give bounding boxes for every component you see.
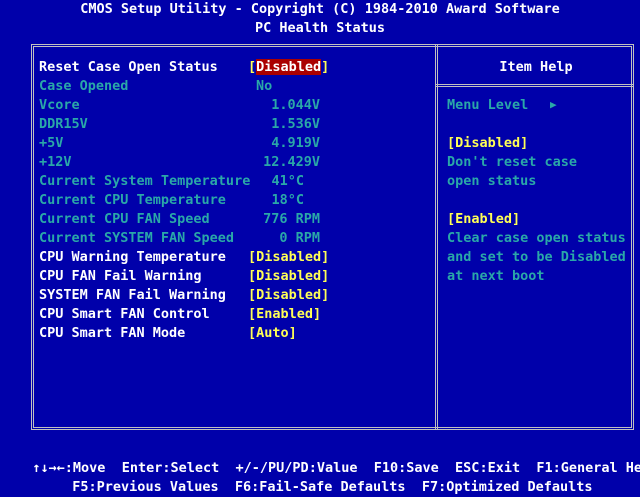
setting-value-cpu-fan-fail-warning[interactable]: [Disabled] [248, 267, 329, 286]
help-option-enabled-text: Clear case open status [447, 230, 626, 246]
help-title-divider [435, 84, 634, 87]
help-option-enabled-title: [Enabled] [447, 211, 521, 227]
setting-value-cpu-temp: 18°C [271, 192, 304, 208]
setting-value-vcore: 1.044V [271, 97, 320, 113]
setting-label-case-opened: Case Opened [39, 78, 129, 94]
setting-value-cpu-fan-speed: 776 RPM [263, 211, 320, 227]
page-title: PC Health Status [254, 20, 386, 36]
setting-value-ddr15v: 1.536V [271, 116, 320, 132]
setting-label-system-fan-speed: Current SYSTEM FAN Speed [39, 230, 235, 246]
setting-value-system-temp: 41°C [271, 173, 304, 189]
footer-keys-line2: F5:Previous Values F6:Fail-Safe Defaults… [72, 479, 593, 495]
help-option-enabled-text: at next boot [447, 268, 545, 284]
setting-label-12v: +12V [39, 154, 72, 170]
setting-value-system-fan-speed: 0 RPM [279, 230, 320, 246]
setting-label-cpu-smart-fan-control[interactable]: CPU Smart FAN Control [39, 305, 210, 324]
help-option-enabled-text: and set to be Disabled [447, 249, 626, 265]
footer-key: F7 [421, 479, 439, 495]
setting-value-text: Enabled [256, 306, 314, 322]
help-option-disabled-text: open status [447, 173, 537, 189]
bios-title: CMOS Setup Utility - Copyright (C) 1984-… [80, 1, 560, 17]
help-option-disabled-text: Don't reset case [447, 154, 578, 170]
setting-value-12v: 12.429V [263, 154, 320, 170]
setting-value-text: Disabled [256, 249, 322, 265]
setting-label-system-temp: Current System Temperature [39, 173, 251, 189]
setting-label-cpu-fan-speed: Current CPU FAN Speed [39, 211, 210, 227]
footer-action: Optimized Defaults [446, 479, 593, 495]
footer-key: F5 [72, 479, 89, 495]
help-option-disabled-title: [Disabled] [447, 135, 529, 151]
help-title: Item Help [499, 59, 573, 75]
menu-level-arrow-icon: ▶ [550, 98, 557, 111]
setting-value-text: Disabled [256, 287, 322, 303]
menu-level-label: Menu Level [447, 97, 529, 113]
footer-action: Fail-Safe Defaults [259, 479, 406, 495]
setting-value-reset-case-open[interactable]: [Disabled] [248, 58, 329, 77]
setting-value-text: Auto [256, 325, 289, 341]
setting-value-5v: 4.919V [271, 135, 320, 151]
setting-value-cpu-smart-fan-mode[interactable]: [Auto] [248, 324, 297, 343]
panel-divider [435, 44, 438, 430]
footer-action: Previous Values [96, 479, 219, 495]
setting-value-text: Disabled [256, 268, 322, 284]
setting-label-cpu-temp: Current CPU Temperature [39, 192, 226, 208]
setting-label-vcore: Vcore [39, 97, 80, 113]
setting-value-case-opened: No [256, 78, 273, 94]
setting-label-5v: +5V [39, 135, 64, 151]
setting-value-cpu-warning-temp[interactable]: [Disabled] [248, 248, 329, 267]
setting-label-ddr15v: DDR15V [39, 116, 88, 132]
selected-value[interactable]: Disabled [256, 59, 322, 75]
setting-label-reset-case-open[interactable]: Reset Case Open Status [39, 58, 218, 77]
setting-label-cpu-warning-temp[interactable]: CPU Warning Temperature [39, 248, 226, 267]
setting-label-system-fan-fail-warning[interactable]: SYSTEM FAN Fail Warning [39, 286, 226, 305]
setting-label-cpu-fan-fail-warning[interactable]: CPU FAN Fail Warning [39, 267, 202, 286]
setting-value-cpu-smart-fan-control[interactable]: [Enabled] [248, 305, 321, 324]
footer-key: F6 [234, 479, 252, 495]
setting-label-cpu-smart-fan-mode[interactable]: CPU Smart FAN Mode [39, 324, 185, 343]
setting-value-system-fan-fail-warning[interactable]: [Disabled] [248, 286, 329, 305]
